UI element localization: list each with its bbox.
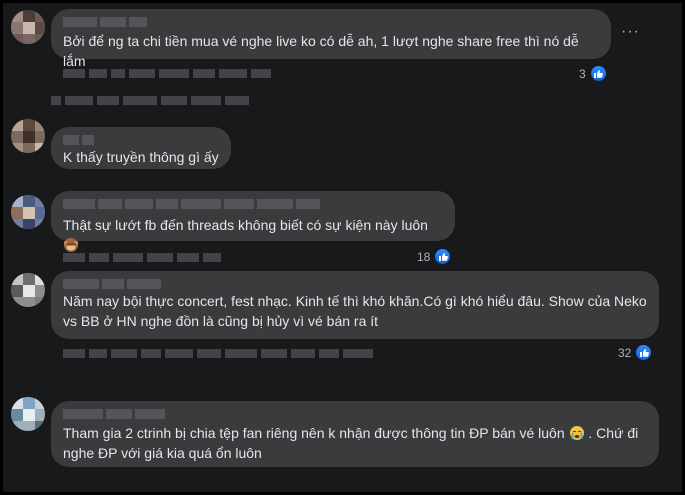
comment-bubble: Năm nay bội thực concert, fest nhạc. Kin…	[51, 271, 659, 339]
comment-text: Bởi để ng ta chi tiền mua vé nghe live k…	[63, 33, 579, 69]
avatar[interactable]	[11, 119, 45, 153]
comment-text-tail: . Chứ đi	[588, 425, 639, 441]
crying-emoji	[569, 426, 584, 440]
like-icon	[589, 65, 607, 82]
comment-actions-blurred[interactable]	[63, 349, 373, 358]
author-name-blurred[interactable]	[63, 409, 647, 419]
comment-bubble: Bởi để ng ta chi tiền mua vé nghe live k…	[51, 9, 611, 69]
avatar[interactable]	[11, 195, 45, 229]
reaction-count[interactable]: 18	[417, 248, 452, 265]
comment-actions-blurred[interactable]	[63, 69, 271, 78]
like-count: 32	[618, 345, 632, 360]
like-icon	[434, 248, 452, 265]
more-options-icon[interactable]: ···	[621, 24, 640, 40]
comment-bubble: Thật sự lướt fb đến threads không biết c…	[51, 191, 455, 252]
comment-text: Thật sự lướt fb đến threads không biết c…	[63, 217, 428, 233]
comment-text-line2: nghe ĐP với giá kia quá ổn luôn	[63, 445, 262, 461]
comment-text: K thấy truyền thông gì ấy	[63, 149, 219, 165]
author-name-blurred[interactable]	[63, 199, 443, 209]
comment-text-line2: vs BB ở HN nghe đồn là cũng bị hủy vì vé…	[63, 313, 379, 329]
comment-actions-blurred[interactable]	[63, 253, 221, 262]
reaction-count[interactable]: 32	[618, 344, 653, 361]
comment-bubble: Tham gia 2 ctrinh bị chia tệp fan riêng …	[51, 401, 659, 467]
comment-bubble: K thấy truyền thông gì ấy	[51, 127, 231, 169]
reaction-count[interactable]: 3	[579, 65, 607, 82]
view-replies-blurred[interactable]	[51, 96, 249, 105]
comment-text: Tham gia 2 ctrinh bị chia tệp fan riêng …	[63, 425, 565, 441]
avatar[interactable]	[11, 273, 45, 307]
comments-panel: Bởi để ng ta chi tiền mua vé nghe live k…	[1, 1, 684, 494]
monkey-emoji	[63, 238, 79, 252]
avatar[interactable]	[11, 397, 45, 431]
avatar[interactable]	[11, 10, 45, 44]
like-count: 18	[417, 249, 431, 264]
like-icon	[635, 344, 653, 361]
comment-text: Năm nay bội thực concert, fest nhạc. Kin…	[63, 293, 647, 309]
author-name-blurred[interactable]	[63, 17, 599, 27]
author-name-blurred[interactable]	[63, 279, 647, 289]
like-count: 3	[579, 66, 586, 81]
author-name-blurred[interactable]	[63, 135, 219, 145]
